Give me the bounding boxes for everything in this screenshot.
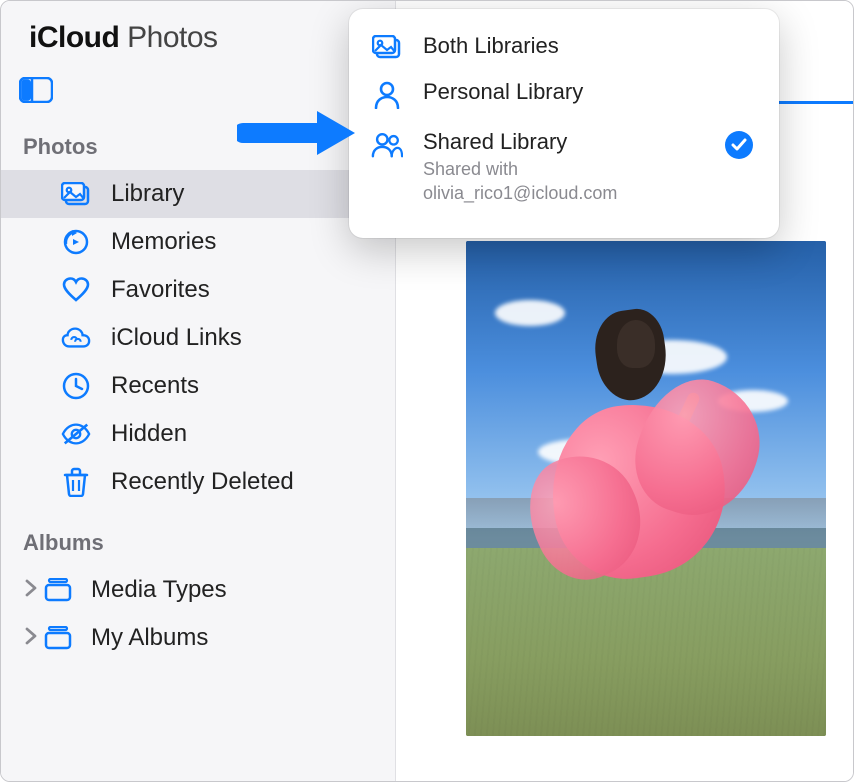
cloud-link-icon — [61, 326, 91, 350]
library-switcher-dropdown: Both Libraries Personal Library Shared L… — [349, 9, 779, 238]
brand-text: iCloud Photos — [29, 21, 218, 55]
section-label-albums: Albums — [1, 520, 395, 566]
sidebar-item-recents[interactable]: Recents — [1, 362, 395, 410]
eye-slash-icon — [61, 422, 91, 446]
dropdown-item-personal-library[interactable]: Personal Library — [349, 69, 779, 119]
photo-thumbnail[interactable] — [466, 241, 826, 736]
sidebar-item-label: Media Types — [91, 576, 227, 604]
sidebar-item-icloud-links[interactable]: iCloud Links — [1, 314, 395, 362]
brand-strong: iCloud — [29, 21, 119, 54]
sidebar-item-media-types[interactable]: Media Types — [1, 566, 395, 614]
people-icon — [371, 129, 403, 159]
library-icon — [371, 33, 403, 59]
annotation-arrow-icon — [237, 105, 357, 161]
dropdown-item-title: Personal Library — [423, 79, 753, 105]
library-icon — [61, 182, 91, 206]
sidebar-toggle-icon[interactable] — [19, 90, 53, 107]
dropdown-item-title: Shared Library — [423, 129, 705, 155]
sidebar-item-favorites[interactable]: Favorites — [1, 266, 395, 314]
memories-icon — [61, 228, 91, 256]
chevron-right-icon — [25, 627, 37, 650]
album-icon — [43, 626, 73, 650]
brand-thin: Photos — [127, 21, 217, 54]
trash-icon — [61, 467, 91, 497]
clock-icon — [61, 372, 91, 400]
app-window: iCloud Photos Photos Library Memories — [0, 0, 854, 782]
sidebar-item-recently-deleted[interactable]: Recently Deleted — [1, 458, 395, 506]
sidebar-item-label: My Albums — [91, 624, 208, 652]
app-title: iCloud Photos — [1, 11, 395, 73]
sidebar-item-library[interactable]: Library — [1, 170, 395, 218]
heart-icon — [61, 277, 91, 303]
dropdown-item-title: Both Libraries — [423, 33, 753, 59]
chevron-right-icon — [25, 579, 37, 602]
dropdown-item-both-libraries[interactable]: Both Libraries — [349, 23, 779, 69]
sidebar-item-hidden[interactable]: Hidden — [1, 410, 395, 458]
sidebar-item-my-albums[interactable]: My Albums — [1, 614, 395, 662]
sidebar-item-label: Recently Deleted — [61, 468, 294, 496]
dropdown-item-subtitle: Shared with olivia_rico1@icloud.com — [423, 157, 705, 206]
dropdown-item-shared-library[interactable]: Shared Library Shared with olivia_rico1@… — [349, 119, 779, 216]
checkmark-selected-icon — [725, 131, 753, 159]
person-icon — [371, 79, 403, 109]
sidebar-item-memories[interactable]: Memories — [1, 218, 395, 266]
album-icon — [43, 578, 73, 602]
